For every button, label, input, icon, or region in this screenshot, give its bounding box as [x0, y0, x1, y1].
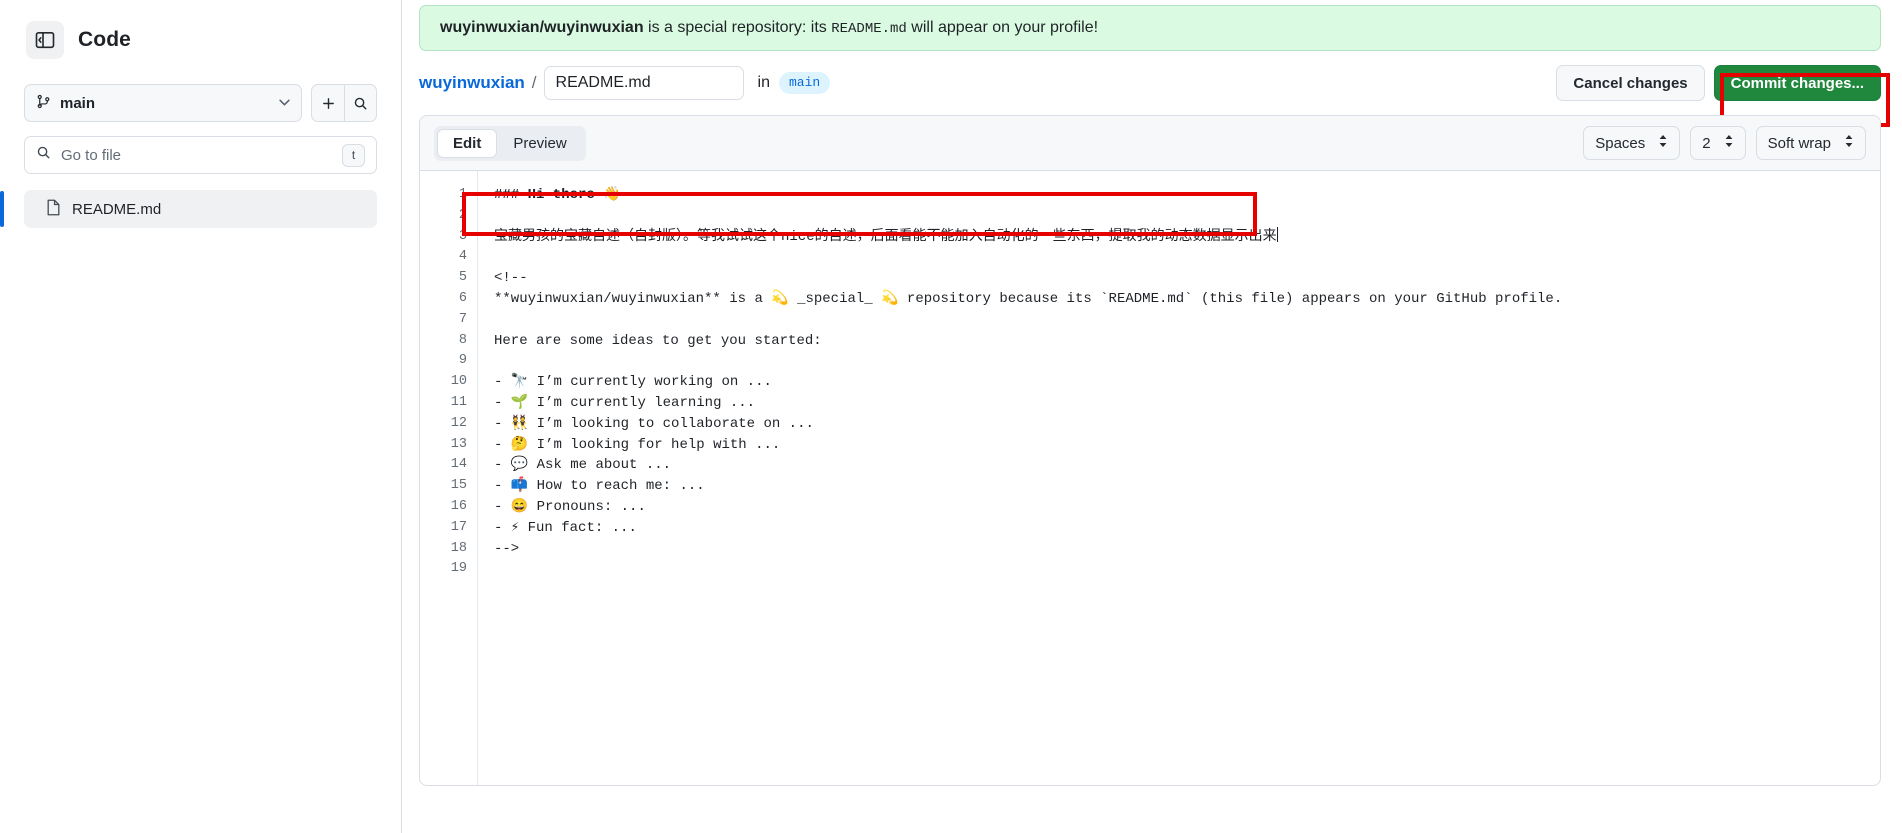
code-line: - 🤔 I’m looking for help with ... — [494, 436, 781, 453]
branch-row: main — [24, 84, 377, 122]
indent-size-select[interactable]: 2 — [1690, 126, 1746, 160]
line-number: 2 — [458, 207, 467, 223]
code-line: <!-- — [494, 270, 528, 287]
line-number: 8 — [458, 332, 467, 348]
in-label: in — [757, 74, 770, 91]
text-cursor — [1276, 226, 1278, 242]
sidebar-action-buttons — [311, 84, 377, 122]
line-number: 17 — [450, 519, 467, 535]
line-number: 9 — [458, 353, 467, 369]
banner-text-before: is a special repository: its — [643, 19, 832, 36]
file-path-bar: wuyinwuxian / in main Cancel changes Com… — [419, 51, 1890, 127]
code-line: - 🌱 I’m currently learning ... — [494, 394, 756, 411]
branch-selector[interactable]: main — [24, 84, 302, 122]
banner-repo-name: wuyinwuxian/wuyinwuxian — [440, 19, 644, 36]
filename-input[interactable] — [543, 66, 744, 100]
code-line: - 👯 I’m looking to collaborate on ... — [494, 415, 814, 432]
indent-mode-select[interactable]: Spaces — [1583, 126, 1681, 160]
code-line: - ⚡ Fun fact: ... — [494, 519, 637, 536]
editor-toolbar: Edit Preview Spaces 2 Soft wrap — [420, 116, 1880, 171]
tab-edit[interactable]: Edit — [437, 128, 498, 158]
line-number: 16 — [450, 498, 467, 514]
chevron-updown-icon — [1844, 134, 1854, 152]
line-number: 10 — [450, 374, 467, 390]
code-line: ### Hi there 👋 — [494, 187, 621, 203]
line-number: 3 — [458, 228, 467, 244]
search-placeholder: Go to file — [61, 146, 122, 164]
list-item[interactable]: README.md — [0, 190, 377, 228]
line-number: 19 — [450, 561, 467, 577]
line-number: 11 — [450, 394, 467, 410]
path-actions: Cancel changes Commit changes... — [1556, 65, 1890, 127]
file-icon — [46, 199, 61, 220]
selection-indicator — [0, 191, 4, 227]
app-root: Code main Go to file t README.md wuyinwu… — [0, 0, 1902, 833]
banner-text-after: will appear on your profile! — [906, 19, 1099, 36]
add-file-button[interactable] — [311, 84, 344, 122]
breadcrumb-separator: / — [531, 73, 537, 92]
wrap-mode-select[interactable]: Soft wrap — [1755, 126, 1866, 160]
code-line: 宝藏男孩的宝藏自述（自封版）。等我试试这个nice的自述，后面看能不能加入自动化… — [494, 226, 1278, 245]
list-item-label: README.md — [72, 200, 162, 218]
line-number: 5 — [458, 270, 467, 286]
chevron-updown-icon — [1724, 134, 1734, 152]
sidebar: Code main Go to file t README.md — [0, 0, 402, 833]
branch-label: main — [60, 94, 96, 112]
line-number: 18 — [450, 540, 467, 556]
code-line: Here are some ideas to get you started: — [494, 332, 822, 349]
breadcrumb-owner[interactable]: wuyinwuxian — [419, 73, 525, 93]
code-line: **wuyinwuxian/wuyinwuxian** is a 💫 _spec… — [494, 290, 1563, 307]
line-number: 4 — [458, 249, 467, 265]
line-number: 1 — [458, 187, 467, 202]
sidebar-header: Code — [24, 0, 377, 80]
code-line: --> — [494, 540, 520, 557]
chevron-updown-icon — [1658, 134, 1668, 152]
search-button[interactable] — [344, 84, 377, 122]
code-line: - 😄 Pronouns: ... — [494, 498, 646, 515]
tab-preview[interactable]: Preview — [497, 129, 582, 158]
main-content: wuyinwuxian/wuyinwuxian is a special rep… — [402, 0, 1902, 833]
editor-settings: Spaces 2 Soft wrap — [1583, 126, 1866, 160]
file-list: README.md — [0, 190, 377, 228]
line-number: 12 — [450, 415, 467, 431]
page-title: Code — [78, 28, 131, 51]
line-number: 14 — [450, 457, 467, 473]
indent-mode-value: Spaces — [1595, 134, 1646, 152]
search-input[interactable]: Go to file t — [24, 136, 377, 174]
sidebar-panel-icon[interactable] — [26, 21, 64, 59]
chevron-down-icon — [279, 95, 290, 112]
wrap-mode-value: Soft wrap — [1767, 134, 1831, 152]
code-line: - 📫 How to reach me: ... — [494, 478, 705, 495]
search-icon — [36, 145, 51, 165]
code-text[interactable]: ### Hi there 👋 宝藏男孩的宝藏自述（自封版）。等我试试这个nice的… — [478, 171, 1880, 785]
line-number: 6 — [458, 290, 467, 306]
editor-tabs: Edit Preview — [434, 125, 586, 161]
code-line: - 💬 Ask me about ... — [494, 457, 672, 474]
code-editor: Edit Preview Spaces 2 Soft wrap 1 2 3 4 … — [419, 115, 1881, 786]
banner-code: README.md — [831, 21, 907, 37]
line-number: 15 — [450, 478, 467, 494]
cancel-changes-button[interactable]: Cancel changes — [1556, 65, 1705, 101]
special-repo-banner: wuyinwuxian/wuyinwuxian is a special rep… — [419, 5, 1881, 51]
code-area[interactable]: 1 2 3 4 5 6 7 8 9 10 11 12 13 14 15 16 17 18 19 ### Hi the… — [420, 171, 1880, 785]
commit-changes-button[interactable]: Commit changes... — [1713, 65, 1881, 101]
line-number-gutter: 1 2 3 4 5 6 7 8 9 10 11 12 13 14 15 16 17 18 19 — [420, 171, 478, 785]
line-number: 7 — [458, 311, 467, 327]
branch-badge: main — [778, 72, 831, 94]
indent-size-value: 2 — [1702, 134, 1711, 152]
line-number: 13 — [450, 436, 467, 452]
git-branch-icon — [36, 94, 51, 113]
search-shortcut-key: t — [342, 143, 365, 167]
code-line: - 🔭 I’m currently working on ... — [494, 374, 772, 391]
